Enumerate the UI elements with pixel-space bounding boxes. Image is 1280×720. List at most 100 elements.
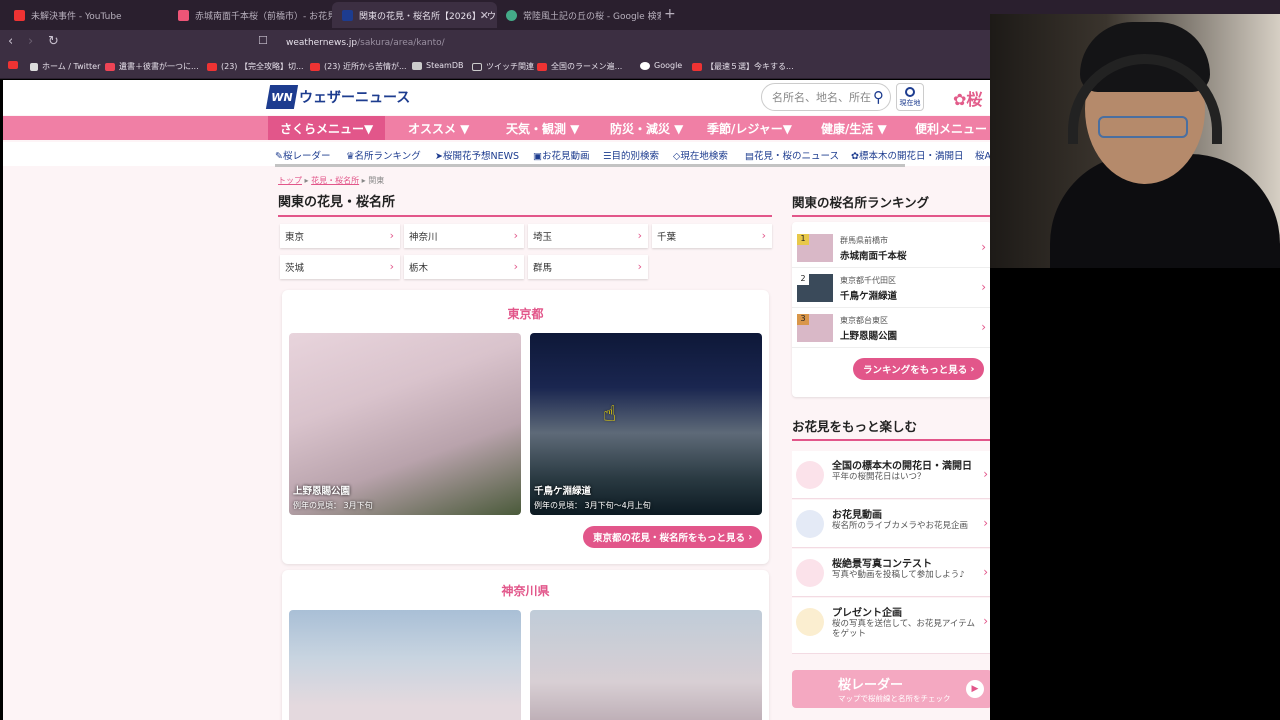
subnav-radar[interactable]: ✎桜レーダー (275, 148, 330, 162)
site-favicon-icon (178, 9, 189, 21)
pref-label: 栃木 (409, 263, 429, 274)
nav-disaster[interactable]: 防災・減災 ▼ (610, 116, 683, 140)
bookmark-item[interactable]: 全国のラーメン遍... (537, 61, 622, 72)
subnav-forecast-news[interactable]: ➤桜開花予想NEWS (435, 148, 519, 162)
pref-kanagawa[interactable]: 神奈川 › (404, 224, 524, 248)
enjoy-item-title: お花見動画 (832, 510, 882, 521)
nav-osusume[interactable]: オススメ ▼ (408, 116, 469, 140)
ranking-item[interactable]: 2 東京都千代田区 千鳥ケ淵緑道 › (792, 268, 990, 308)
reload-icon[interactable]: ↻ (48, 34, 59, 49)
ranking-item[interactable]: 1 群馬県前橋市 赤城南面千本桜 › (792, 228, 990, 268)
page-title: 関東の花見・桜名所 (278, 191, 772, 217)
bookmark-item[interactable]: ツイッチ関連 (472, 61, 534, 72)
tab-kanto-active[interactable]: 関東の花見・桜名所【2026】- ウェザ✕ (332, 2, 497, 28)
breadcrumb-hanami[interactable]: 花見・桜名所 (311, 176, 359, 185)
bookmark-item[interactable]: SteamDB (412, 61, 463, 70)
subnav-ranking[interactable]: ♛名所ランキング (346, 148, 421, 162)
ranking-card: 1 群馬県前橋市 赤城南面千本桜 › 2 東京都千代田区 千鳥ケ淵緑道 › 3 東京都台東区上… (792, 222, 990, 397)
kanagawa-photo-2[interactable] (530, 610, 762, 720)
pref-gunma[interactable]: 群馬 › (528, 255, 648, 279)
pref-ibaraki[interactable]: 茨城 › (280, 255, 400, 279)
subnav-sample-tree[interactable]: ✿標本木の開花日・満開日 (851, 148, 963, 162)
bookmark-item[interactable]: (23) 近所から苦情が... (310, 61, 407, 72)
site-logo[interactable]: WN ウェザーニュース (265, 85, 410, 109)
chidorigafuchi-photo[interactable]: 千鳥ケ淵緑道 例年の見頃： 3月下旬〜4月上旬 (530, 333, 762, 515)
ranking-more-button[interactable]: ランキングをもっと見る › (853, 358, 985, 380)
bookmark-item[interactable]: ホーム / Twitter (30, 61, 100, 72)
address-bar[interactable]: weathernews.jp/sakura/area/kanto/ (286, 35, 976, 51)
enjoy-item-sample-tree[interactable]: 全国の標本木の開花日・満開日 平年の桜開花日はいつ？ › (792, 451, 990, 499)
pref-tokyo[interactable]: 東京 › (280, 224, 400, 248)
gift-icon (796, 608, 824, 636)
nav-convenient[interactable]: 便利メニュー (915, 116, 987, 140)
tab-google[interactable]: 常陸風土記の丘の桜 - Google 検索 (496, 2, 661, 28)
enjoy-item-present[interactable]: プレゼント企画 桜の写真を送信して、お花見アイテムをゲット › (792, 598, 990, 654)
ranking-item[interactable]: 3 東京都台東区 上野恩賜公園 › (792, 308, 990, 348)
search-icon[interactable]: ⚲ (873, 88, 884, 106)
breadcrumb-top[interactable]: トップ (278, 176, 302, 185)
chevron-right-icon: › (983, 516, 988, 530)
chevron-right-icon: › (389, 229, 394, 242)
folder-icon (472, 62, 482, 71)
search-input[interactable]: 名所名、地名、所在 ⚲ (761, 83, 891, 111)
nav-season[interactable]: 季節/レジャー▼ (707, 116, 792, 140)
spot-period: 例年の見頃： 3月下旬〜4月上旬 (534, 501, 651, 510)
url-path: /sakura/area/kanto/ (357, 38, 445, 48)
nav-label: 便利メニュー (915, 121, 988, 136)
sakura-radar-banner[interactable]: 桜レーダー マップで桜前線と名所をチェック ▶ (792, 670, 990, 708)
pref-chiba[interactable]: 千葉 › (652, 224, 772, 248)
enjoy-item-contest[interactable]: 桜絶景写真コンテスト 写真や動画を投稿して参加しよう♪ › (792, 549, 990, 597)
bookmark-label: 【最速５選】今キする... (706, 62, 794, 71)
webcam-overlay (990, 14, 1280, 268)
subnav-more[interactable]: 桜A (975, 148, 990, 162)
subnav-purpose-search[interactable]: ☰目的別検索 (603, 148, 659, 162)
rank-name: 千鳥ケ淵緑道 (840, 291, 898, 302)
enjoy-item-sub: 平年の桜開花日はいつ？ (832, 472, 926, 482)
pref-saitama[interactable]: 埼玉 › (528, 224, 648, 248)
chevron-right-icon: › (513, 229, 518, 242)
new-tab-button[interactable]: + (664, 6, 676, 22)
bookmark-item[interactable]: (23) 【完全攻略】切... (207, 61, 304, 72)
subnav-news[interactable]: ▤花見・桜のニュース (745, 148, 839, 162)
google-icon (506, 9, 517, 21)
subnav-video[interactable]: ▣お花見動画 (533, 148, 590, 162)
tab-akagi[interactable]: 赤城南面千本桜（前橋市）- お花見 (168, 2, 333, 28)
sakura-link[interactable]: ✿桜 (953, 86, 982, 110)
enjoy-item-sub: 写真や動画を投稿して参加しよう♪ (832, 570, 965, 580)
bookmark-item[interactable]: Google (640, 61, 682, 70)
trophy-icon (796, 559, 824, 587)
close-tab-icon[interactable]: ✕ (480, 9, 489, 22)
subnav-scrollbar[interactable] (275, 164, 905, 167)
pref-label: 埼玉 (533, 232, 553, 243)
page-viewport: WN ウェザーニュース 名所名、地名、所在 ⚲ 現在地 ✿桜 さくらメニュー▼ オ… (3, 80, 990, 720)
rank-area: 群馬県前橋市 (840, 236, 888, 245)
back-icon[interactable]: ‹ (8, 34, 13, 49)
breadcrumb: トップ ▸ 花見・桜名所 ▸ 関東 (278, 176, 385, 185)
tokyo-title: 東京都 (507, 307, 544, 321)
nav-health[interactable]: 健康/生活 ▼ (821, 116, 887, 140)
ueno-photo[interactable]: 上野恩賜公園 例年の見頃： 3月下旬 (289, 333, 521, 515)
nav-label: 季節/レジャー▼ (707, 121, 793, 136)
nav-sakura-menu[interactable]: さくらメニュー▼ (268, 116, 386, 140)
spot-name: 上野恩賜公園 (293, 486, 351, 497)
chevron-right-icon: › (761, 229, 766, 242)
bookmark-item[interactable]: 遺書＋彼書が一つに... (105, 61, 199, 72)
subnav-location-search[interactable]: ◇現在地検索 (673, 148, 728, 162)
site-header: WN ウェザーニュース 名所名、地名、所在 ⚲ 現在地 ✿桜 (3, 80, 990, 115)
chevron-right-icon: › (983, 565, 988, 579)
tab-youtube[interactable]: 未解決事件 - YouTube (4, 2, 169, 28)
bookmark-icon[interactable]: ☐ (258, 34, 268, 47)
bookmark-item[interactable]: 【最速５選】今キする... (692, 61, 794, 72)
kanagawa-photo-1[interactable] (289, 610, 521, 720)
current-location-button[interactable]: 現在地 (896, 83, 924, 111)
tokyo-more-button[interactable]: 東京都の花見・桜名所をもっと見る › (583, 526, 763, 548)
youtube-icon (8, 61, 18, 69)
chevron-right-icon: › (637, 260, 642, 273)
nav-weather[interactable]: 天気・観測 ▼ (506, 116, 579, 140)
logo-mark: WN (265, 85, 299, 109)
pref-tochigi[interactable]: 栃木 › (404, 255, 524, 279)
pref-label: 千葉 (657, 232, 677, 243)
enjoy-item-video[interactable]: お花見動画 桜名所のライブカメラやお花見企画 › (792, 500, 990, 548)
bookmark-item[interactable] (8, 61, 22, 69)
forward-icon[interactable]: › (28, 34, 33, 49)
